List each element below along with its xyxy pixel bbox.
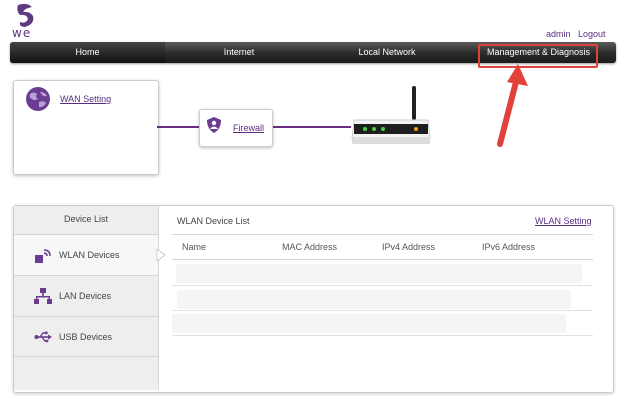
firewall-link[interactable]: Firewall <box>233 123 264 133</box>
we-logo-mark-icon <box>17 3 34 27</box>
divider <box>172 234 593 235</box>
logout-link[interactable]: Logout <box>578 29 606 39</box>
usb-icon <box>34 331 52 343</box>
sidebar-item-label: USB Devices <box>59 332 113 342</box>
column-header-ipv4: IPv4 Address <box>382 242 436 252</box>
device-list-heading: Device List <box>63 214 108 224</box>
admin-link[interactable]: admin <box>546 29 571 39</box>
divider <box>172 285 593 286</box>
nav-home[interactable]: Home <box>10 42 165 63</box>
column-header-mac: MAC Address <box>282 242 338 252</box>
connector-line <box>271 126 351 128</box>
sidebar-item-usb-devices[interactable]: USB Devices <box>14 316 158 357</box>
column-header-name: Name <box>182 242 207 252</box>
divider <box>172 335 593 336</box>
brand-logo-text: we <box>12 26 32 40</box>
wan-setting-link[interactable]: WAN Setting <box>60 94 111 104</box>
column-header-ipv6: IPv6 Address <box>482 242 536 252</box>
divider <box>172 259 593 260</box>
globe-icon <box>26 87 50 111</box>
chevron-right-icon <box>156 249 166 261</box>
shield-icon <box>207 117 221 133</box>
annotation-arrow-icon <box>497 64 528 147</box>
nav-local-network[interactable]: Local Network <box>313 42 461 63</box>
sidebar-item-lan-devices[interactable]: LAN Devices <box>14 275 158 316</box>
divider <box>14 356 158 357</box>
network-icon <box>34 288 52 304</box>
sidebar-item-wlan-devices[interactable]: WLAN Devices <box>14 234 158 275</box>
sidebar-item-label: LAN Devices <box>59 291 112 301</box>
sidebar-item-label: WLAN Devices <box>59 250 120 260</box>
table-row <box>176 264 582 283</box>
table-row <box>177 290 571 309</box>
nav-internet[interactable]: Internet <box>165 42 313 63</box>
divider <box>172 310 593 311</box>
wifi-device-icon <box>35 249 51 263</box>
connector-line <box>157 126 200 128</box>
table-row <box>172 314 566 333</box>
list-title: WLAN Device List <box>177 216 250 226</box>
wlan-setting-link[interactable]: WLAN Setting <box>535 216 592 226</box>
router-icon <box>351 86 431 144</box>
